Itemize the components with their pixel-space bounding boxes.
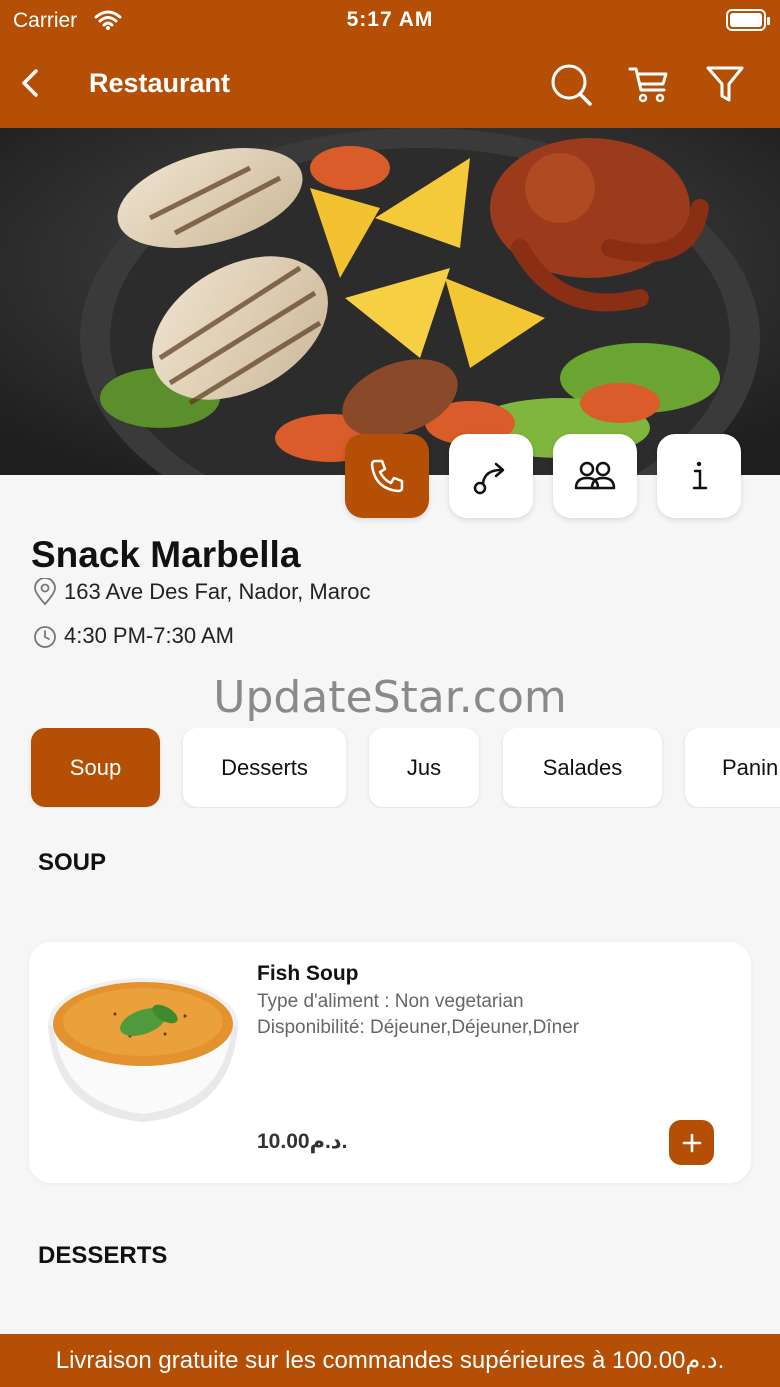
category-tabs: Soup Desserts Jus Salades Panin xyxy=(0,728,780,808)
info-button[interactable] xyxy=(657,434,741,518)
page-title: Restaurant xyxy=(89,68,231,98)
app-header: Carrier 5:17 AM Restaurant xyxy=(0,0,780,128)
cart-icon[interactable] xyxy=(626,62,672,106)
group-button[interactable] xyxy=(553,434,637,518)
filter-icon[interactable] xyxy=(702,62,748,106)
menu-item-availability: Disponibilité: Déjeuner,Déjeuner,Dîner xyxy=(257,1017,580,1038)
call-button[interactable] xyxy=(345,434,429,518)
directions-icon xyxy=(473,462,505,495)
menu-item-food-type: Type d'aliment : Non vegetarian xyxy=(257,991,524,1012)
menu-item-price: 10.00د.م. xyxy=(257,1130,348,1153)
phone-icon xyxy=(370,459,404,493)
nav-bar: Restaurant xyxy=(0,52,780,116)
category-soup[interactable]: Soup xyxy=(31,728,160,807)
category-jus[interactable]: Jus xyxy=(369,728,479,807)
category-salades[interactable]: Salades xyxy=(503,728,662,807)
menu-item-name: Fish Soup xyxy=(257,962,359,985)
category-panin[interactable]: Panin xyxy=(685,728,780,807)
status-time: 5:17 AM xyxy=(346,8,434,31)
free-delivery-banner: Livraison gratuite sur les commandes sup… xyxy=(0,1334,780,1387)
category-desserts[interactable]: Desserts xyxy=(183,728,346,807)
add-to-cart-button[interactable] xyxy=(669,1120,714,1165)
address-row: 163 Ave Des Far, Nador, Maroc xyxy=(32,578,371,606)
plus-icon xyxy=(682,1133,701,1152)
location-pin-icon xyxy=(34,578,56,606)
status-bar: Carrier 5:17 AM xyxy=(0,6,780,36)
menu-item-card[interactable]: Fish Soup Type d'aliment : Non vegetaria… xyxy=(29,942,751,1183)
restaurant-hours: 4:30 PM-7:30 AM xyxy=(64,623,234,648)
restaurant-address: 163 Ave Des Far, Nador, Maroc xyxy=(64,579,371,604)
people-icon xyxy=(574,461,616,490)
hours-row: 4:30 PM-7:30 AM xyxy=(32,622,234,650)
info-icon xyxy=(692,461,708,490)
section-title-soup: SOUP xyxy=(38,849,107,876)
watermark: UpdateStar.com xyxy=(213,672,567,723)
battery-icon xyxy=(726,9,770,31)
clock-icon xyxy=(34,626,56,648)
back-arrow-icon[interactable] xyxy=(16,66,46,100)
directions-button[interactable] xyxy=(449,434,533,518)
restaurant-name: Snack Marbella xyxy=(31,534,301,575)
soup-bowl-image xyxy=(48,978,238,1122)
section-title-desserts: DESSERTS xyxy=(38,1242,168,1269)
search-icon[interactable] xyxy=(548,62,594,106)
restaurant-cover-image xyxy=(0,128,780,475)
